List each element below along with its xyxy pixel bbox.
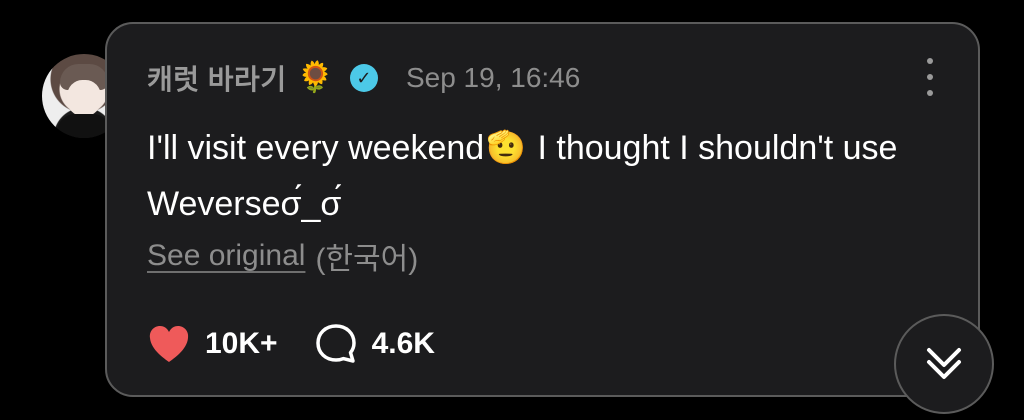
more-options-button[interactable]: [920, 58, 940, 96]
verified-icon: ✓: [349, 64, 378, 92]
more-dot-icon: [927, 90, 933, 96]
more-dot-icon: [927, 58, 933, 64]
avatar-shirt: [57, 114, 111, 138]
timestamp: Sep 19, 16:46: [405, 62, 581, 93]
comment-text-part1: I'll visit every weekend: [147, 129, 485, 167]
comment-icon[interactable]: [314, 322, 358, 366]
salute-icon: 🫡: [486, 129, 527, 165]
see-original-row: See original (한국어): [147, 234, 418, 278]
see-original-link[interactable]: See original: [147, 239, 305, 273]
avatar-face: [67, 80, 101, 116]
scroll-down-button[interactable]: [894, 314, 994, 414]
comments-count: 4.6K: [371, 327, 435, 360]
comment-card: 캐럿 바라기 🌻 ✓ Sep 19, 16:46 I'll visit ever…: [105, 22, 980, 397]
more-dot-icon: [927, 74, 933, 80]
likes-count: 10K+: [205, 327, 278, 360]
comment-screen: 캐럿 바라기 🌻 ✓ Sep 19, 16:46 I'll visit ever…: [0, 0, 1024, 420]
original-language: (한국어): [315, 243, 419, 276]
comment-text: I'll visit every weekend🫡 I thought I sh…: [147, 120, 907, 232]
heart-icon[interactable]: [147, 324, 191, 364]
comment-header: 캐럿 바라기 🌻 ✓ Sep 19, 16:46: [147, 58, 580, 98]
username[interactable]: 캐럿 바라기: [147, 58, 287, 98]
comment-actions: 10K+ 4.6K: [147, 322, 435, 366]
double-chevron-down-icon: [927, 348, 961, 379]
sunflower-icon: 🌻: [296, 61, 334, 94]
